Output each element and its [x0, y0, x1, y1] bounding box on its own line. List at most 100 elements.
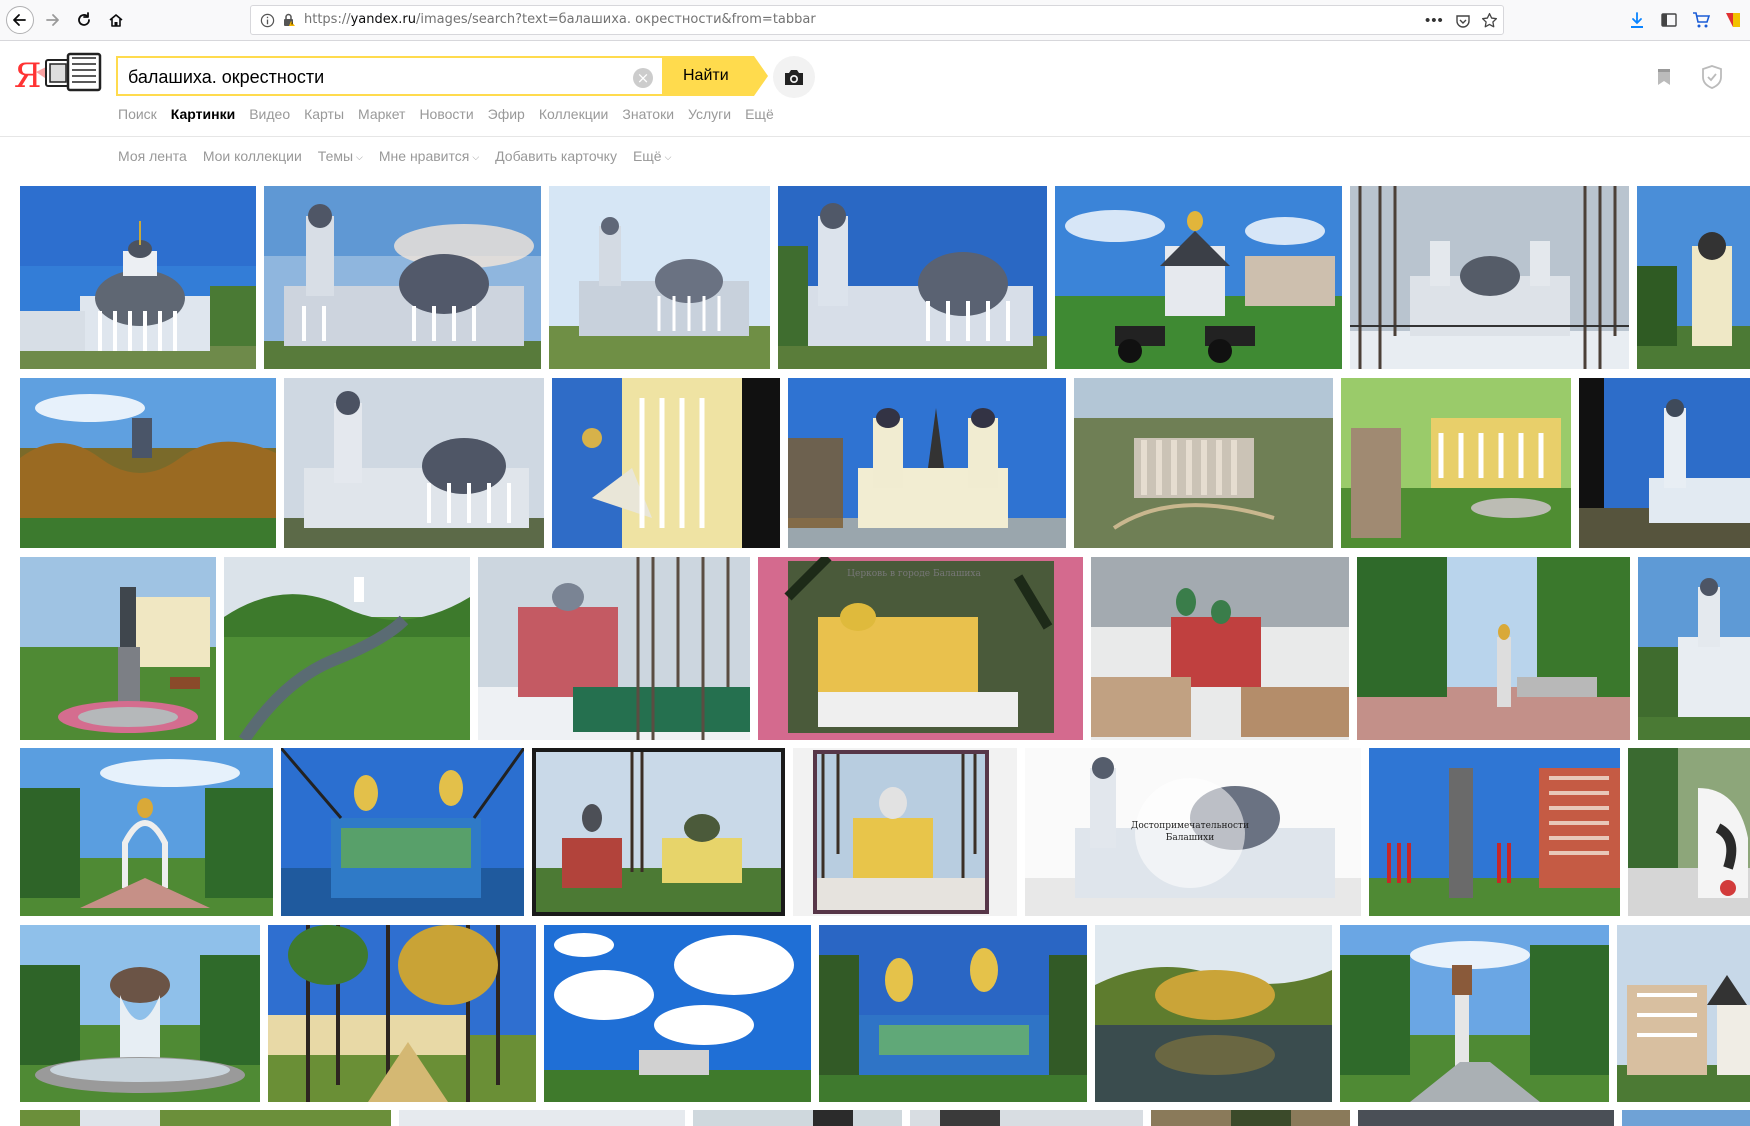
landscape-photo	[1358, 1110, 1614, 1126]
service-market[interactable]: Маркет	[358, 106, 405, 126]
image-result[interactable]	[20, 378, 276, 548]
image-result[interactable]	[1628, 748, 1750, 916]
image-result[interactable]	[788, 378, 1066, 548]
image-result[interactable]	[1369, 748, 1620, 916]
service-video[interactable]: Видео	[249, 106, 290, 126]
image-result[interactable]	[1341, 378, 1571, 548]
image-search-button[interactable]	[773, 56, 815, 98]
pocket-icon[interactable]	[1455, 13, 1471, 29]
subnav-my-feed[interactable]: Моя лента	[118, 148, 187, 168]
image-result[interactable]	[549, 186, 770, 369]
service-more[interactable]: Ещё	[745, 106, 774, 126]
forward-button[interactable]	[40, 8, 64, 32]
landscape-photo	[20, 1110, 391, 1126]
image-result[interactable]	[819, 925, 1087, 1102]
image-result[interactable]	[1637, 186, 1750, 369]
image-result[interactable]	[264, 186, 541, 369]
images-subnav: Моя лента Мои коллекции Темы ⌵ Мне нравит…	[118, 148, 687, 168]
lock-icon[interactable]	[281, 12, 297, 28]
subnav-liked[interactable]: Мне нравится ⌵	[379, 148, 479, 168]
image-result[interactable]	[1055, 186, 1342, 369]
landscape-photo	[1151, 1110, 1350, 1126]
library-icon[interactable]	[1660, 11, 1678, 29]
extension-icon[interactable]	[1724, 11, 1742, 29]
church-photo	[1055, 186, 1342, 369]
image-result[interactable]	[268, 925, 536, 1102]
image-result[interactable]	[544, 925, 811, 1102]
shield-icon[interactable]	[1701, 65, 1723, 89]
image-result[interactable]	[552, 378, 780, 548]
home-button[interactable]	[104, 8, 128, 32]
service-images[interactable]: Картинки	[171, 106, 235, 126]
image-result[interactable]	[1350, 186, 1629, 369]
service-collections[interactable]: Коллекции	[539, 106, 609, 126]
image-result[interactable]	[1074, 378, 1333, 548]
image-result[interactable]	[1622, 1110, 1750, 1126]
image-result[interactable]	[20, 557, 216, 740]
service-uslugi[interactable]: Услуги	[688, 106, 731, 126]
subnav-label: Мне нравится	[378, 148, 470, 164]
address-bar[interactable]: https://yandex.ru/images/search?text=бал…	[250, 5, 1504, 35]
church-photo	[1579, 378, 1750, 548]
image-result[interactable]	[20, 1110, 391, 1126]
image-result[interactable]	[1095, 925, 1332, 1102]
memorial-photo	[1369, 748, 1620, 916]
church-photo	[819, 925, 1087, 1102]
image-result[interactable]	[20, 186, 256, 369]
image-result[interactable]	[1579, 378, 1750, 548]
image-result[interactable]	[20, 748, 273, 916]
image-result[interactable]	[1340, 925, 1609, 1102]
image-result[interactable]: Достопримечательности Балашихи	[1025, 748, 1361, 916]
subnav-themes[interactable]: Темы ⌵	[318, 148, 363, 168]
bookmark-icon[interactable]	[1654, 67, 1674, 87]
services-nav: Поиск Картинки Видео Карты Маркет Новост…	[118, 106, 788, 126]
image-result[interactable]	[1617, 925, 1750, 1102]
image-result[interactable]	[1357, 557, 1630, 740]
image-result[interactable]: Церковь в городе Балашиха	[758, 557, 1083, 740]
image-result[interactable]	[478, 557, 750, 740]
cart-icon[interactable]	[1692, 11, 1710, 29]
star-icon[interactable]	[1481, 12, 1498, 29]
download-icon[interactable]	[1628, 11, 1646, 29]
url-path: /images/search?text=балашиха. окрестност…	[415, 12, 816, 27]
image-result[interactable]	[1638, 557, 1750, 740]
church-photo	[1637, 186, 1750, 369]
fountain-photo	[20, 925, 260, 1102]
more-icon[interactable]: •••	[1425, 12, 1444, 29]
image-result[interactable]	[281, 748, 524, 916]
image-result[interactable]	[1151, 1110, 1350, 1126]
yandex-logo[interactable]: Я	[14, 50, 104, 96]
service-efir[interactable]: Эфир	[488, 106, 525, 126]
url-text[interactable]: https://yandex.ru/images/search?text=бал…	[304, 12, 816, 27]
back-button[interactable]	[6, 6, 34, 34]
reload-button[interactable]	[72, 8, 96, 32]
info-icon[interactable]	[260, 13, 275, 28]
search-input[interactable]	[128, 66, 618, 88]
subnav-add-card[interactable]: Добавить карточку	[495, 148, 617, 168]
church-photo	[549, 186, 770, 369]
subnav-more[interactable]: Ещё ⌵	[633, 148, 671, 168]
service-news[interactable]: Новости	[419, 106, 473, 126]
search-button-arrow[interactable]	[754, 56, 768, 96]
search-button[interactable]: Найти	[662, 56, 754, 96]
image-result[interactable]	[20, 925, 260, 1102]
image-result[interactable]	[399, 1110, 685, 1126]
image-result[interactable]	[1091, 557, 1349, 740]
church-photo	[1091, 557, 1349, 740]
image-result[interactable]	[793, 748, 1017, 916]
image-result[interactable]	[284, 378, 544, 548]
image-result[interactable]	[693, 1110, 902, 1126]
subnav-my-collections[interactable]: Мои коллекции	[203, 148, 302, 168]
landscape-photo	[20, 378, 276, 548]
image-result[interactable]	[1358, 1110, 1614, 1126]
clear-search-button[interactable]: ×	[633, 68, 653, 88]
image-result[interactable]	[224, 557, 470, 740]
service-maps[interactable]: Карты	[304, 106, 344, 126]
service-search[interactable]: Поиск	[118, 106, 157, 126]
chevron-down-icon: ⌵	[472, 152, 480, 162]
service-znatoki[interactable]: Знатоки	[622, 106, 674, 126]
image-result[interactable]	[910, 1110, 1143, 1126]
image-result[interactable]	[778, 186, 1047, 369]
image-result[interactable]	[532, 748, 785, 916]
header-divider	[0, 136, 1750, 137]
